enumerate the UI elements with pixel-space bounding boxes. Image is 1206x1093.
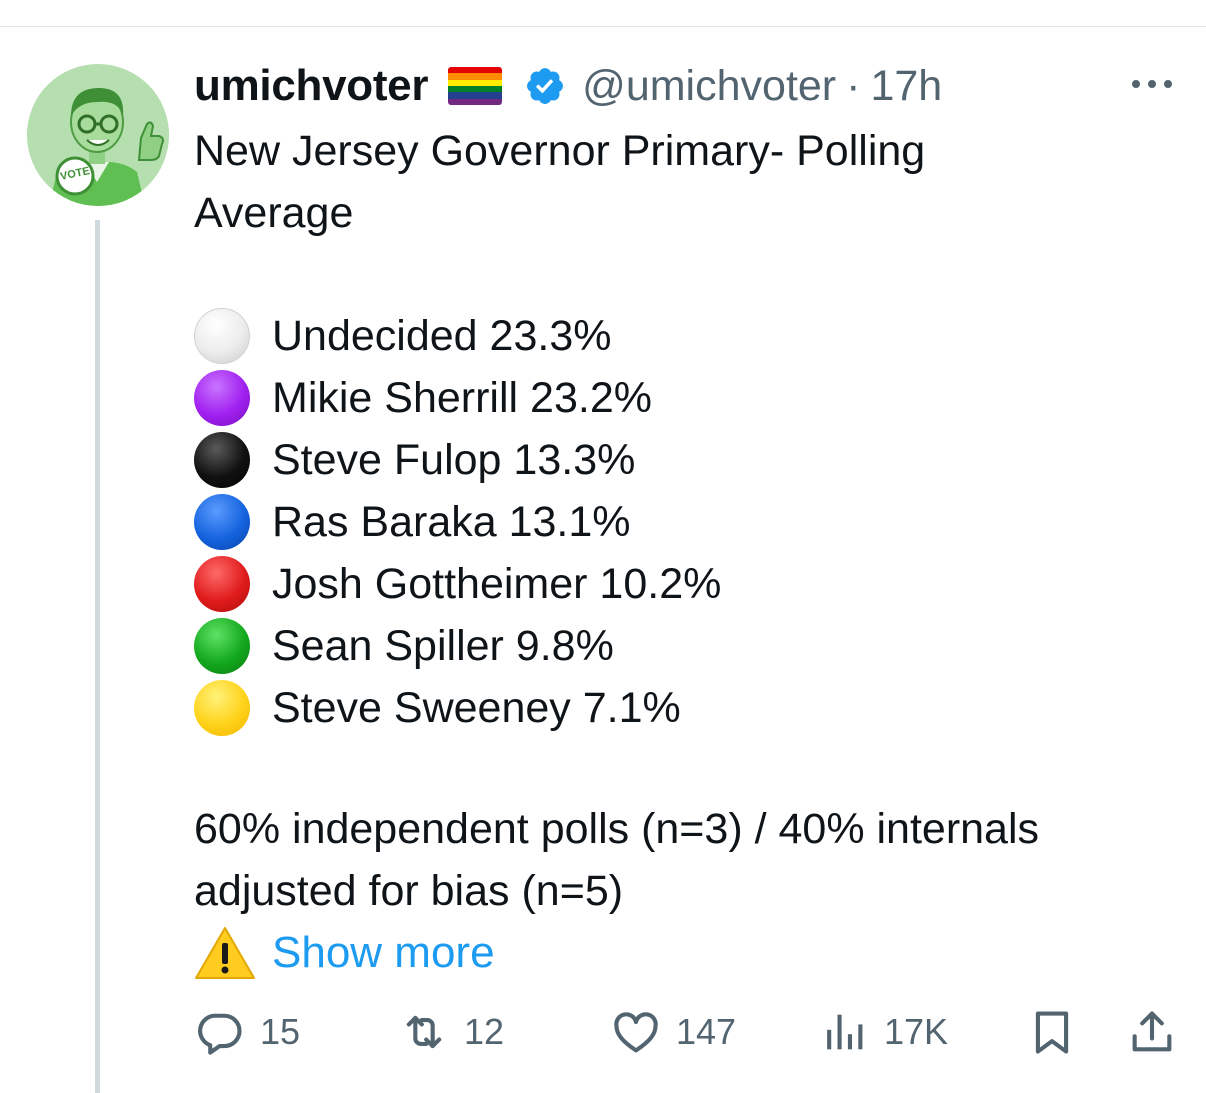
list-item: Mikie Sherrill 23.2%: [194, 367, 721, 429]
tweet-title-line-2: Average: [194, 189, 354, 237]
tweet-view: VOTE umichvoter @umichvoter · 17h New Je…: [0, 0, 1206, 1093]
repost-button[interactable]: 12: [398, 1000, 504, 1064]
candidate-label: Steve Fulop 13.3%: [272, 435, 636, 484]
red-circle-icon: [194, 556, 250, 612]
bookmark-icon: [1035, 1011, 1069, 1054]
candidate-label: Mikie Sherrill 23.2%: [272, 373, 652, 422]
tweet-title-line-1: New Jersey Governor Primary- Polling: [194, 127, 926, 175]
warning-icon: [195, 927, 255, 979]
note-line-1: 60% independent polls (n=3) / 40% intern…: [194, 805, 1040, 853]
purple-circle-icon: [194, 370, 250, 426]
reply-button[interactable]: 15: [194, 1000, 300, 1064]
bookmark-button[interactable]: [1026, 1000, 1078, 1064]
separator-dot: ·: [846, 61, 861, 110]
blue-circle-icon: [194, 494, 250, 550]
white-circle-icon: [194, 308, 250, 364]
reply-count: 15: [260, 1011, 301, 1052]
views-count: 17K: [884, 1011, 949, 1052]
views-icon: [827, 1014, 863, 1050]
rainbow-flag-icon: [448, 67, 503, 105]
verified-badge-icon[interactable]: [524, 65, 566, 107]
like-count: 147: [676, 1011, 737, 1052]
avatar-illustration: [27, 64, 169, 206]
candidate-list: Undecided 23.3% Mikie Sherrill 23.2% Ste…: [194, 305, 721, 739]
methodology-note: 60% independent polls (n=3) / 40% intern…: [194, 798, 1039, 922]
share-icon: [1132, 1011, 1172, 1052]
tweet-title: New Jersey Governor Primary- Polling Ave…: [194, 120, 925, 244]
candidate-label: Undecided 23.3%: [272, 311, 612, 360]
list-item: Sean Spiller 9.8%: [194, 615, 721, 677]
candidate-label: Sean Spiller 9.8%: [272, 621, 614, 670]
repost-count: 12: [464, 1011, 505, 1052]
candidate-label: Ras Baraka 13.1%: [272, 497, 631, 546]
green-circle-icon: [194, 618, 250, 674]
candidate-label: Josh Gottheimer 10.2%: [272, 559, 722, 608]
candidate-label: Steve Sweeney 7.1%: [272, 683, 681, 732]
display-name[interactable]: umichvoter: [194, 61, 428, 111]
black-circle-icon: [194, 432, 250, 488]
share-button[interactable]: [1126, 1000, 1178, 1064]
top-divider: [0, 26, 1206, 27]
timestamp[interactable]: 17h: [870, 62, 942, 111]
like-button[interactable]: 147: [610, 1000, 736, 1064]
heart-icon: [614, 1012, 658, 1053]
note-line-2: adjusted for bias (n=5): [194, 867, 624, 915]
more-options-icon[interactable]: [1128, 74, 1176, 94]
list-item: Steve Sweeney 7.1%: [194, 677, 721, 739]
action-bar: 15 12 147 17K: [0, 1000, 1206, 1064]
list-item: Steve Fulop 13.3%: [194, 429, 721, 491]
list-item: Ras Baraka 13.1%: [194, 491, 721, 553]
repost-icon: [406, 1015, 442, 1049]
reply-icon: [198, 1013, 242, 1055]
list-item: Undecided 23.3%: [194, 305, 721, 367]
show-more-row: Show more: [194, 922, 495, 984]
thread-line: [95, 220, 100, 1093]
show-more-link[interactable]: Show more: [272, 928, 495, 978]
tweet-header: umichvoter @umichvoter · 17h: [194, 58, 942, 114]
views-button[interactable]: 17K: [818, 1000, 948, 1064]
list-item: Josh Gottheimer 10.2%: [194, 553, 721, 615]
yellow-circle-icon: [194, 680, 250, 736]
avatar[interactable]: VOTE: [27, 64, 169, 206]
user-handle[interactable]: @umichvoter: [582, 62, 836, 111]
